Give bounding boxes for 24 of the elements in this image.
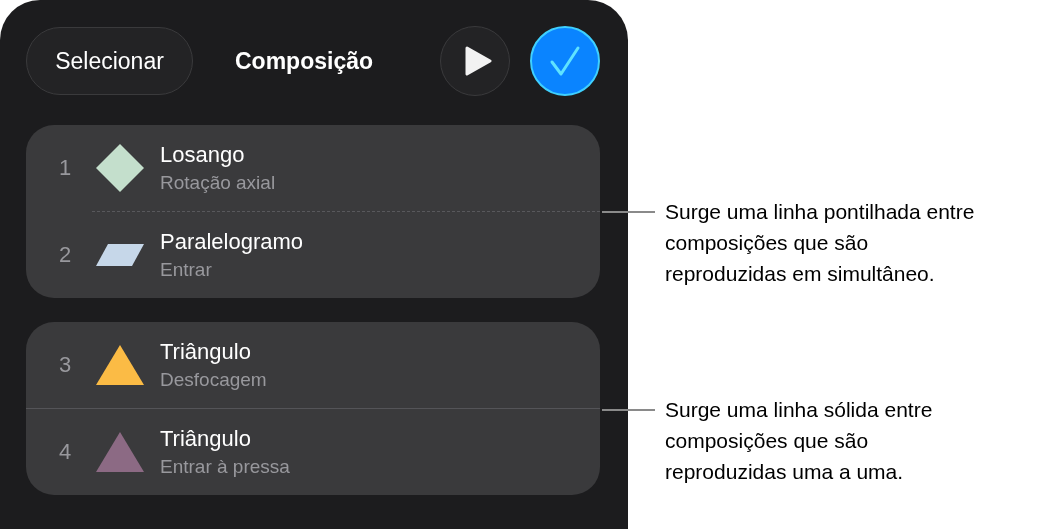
composition-row[interactable]: 2 Paralelogramo Entrar xyxy=(26,212,600,298)
effect-name: Entrar xyxy=(160,258,213,282)
row-number: 1 xyxy=(57,155,73,181)
checkmark-icon xyxy=(549,45,581,77)
effect-name: Desfocagem xyxy=(160,368,267,392)
row-number: 4 xyxy=(57,439,73,465)
leader-line xyxy=(602,409,655,411)
panel-title: Composição xyxy=(235,47,375,75)
composition-row[interactable]: 1 Losango Rotação axial xyxy=(26,125,600,211)
row-number: 2 xyxy=(57,242,73,268)
callout-text: Surge uma linha pontilhada entre composições que são reproduzidas em simultâneo. xyxy=(665,199,976,287)
composition-title: Triângulo xyxy=(160,425,252,453)
row-number: 3 xyxy=(57,352,73,378)
composition-title: Paralelogramo xyxy=(160,228,304,256)
select-button[interactable]: Selecionar xyxy=(26,27,193,95)
effect-name: Rotação axial xyxy=(160,171,276,195)
play-icon xyxy=(464,46,492,76)
composition-title: Losango xyxy=(160,141,246,169)
composition-title: Triângulo xyxy=(160,338,252,366)
leader-line xyxy=(602,211,655,213)
effect-name: Entrar à pressa xyxy=(160,455,290,479)
composition-row[interactable]: 3 Triângulo Desfocagem xyxy=(26,322,600,408)
callout-text: Surge uma linha sólida entre composições que são reproduzidas uma a uma. xyxy=(665,397,934,485)
composition-row[interactable]: 4 Triângulo Entrar à pressa xyxy=(26,409,600,495)
